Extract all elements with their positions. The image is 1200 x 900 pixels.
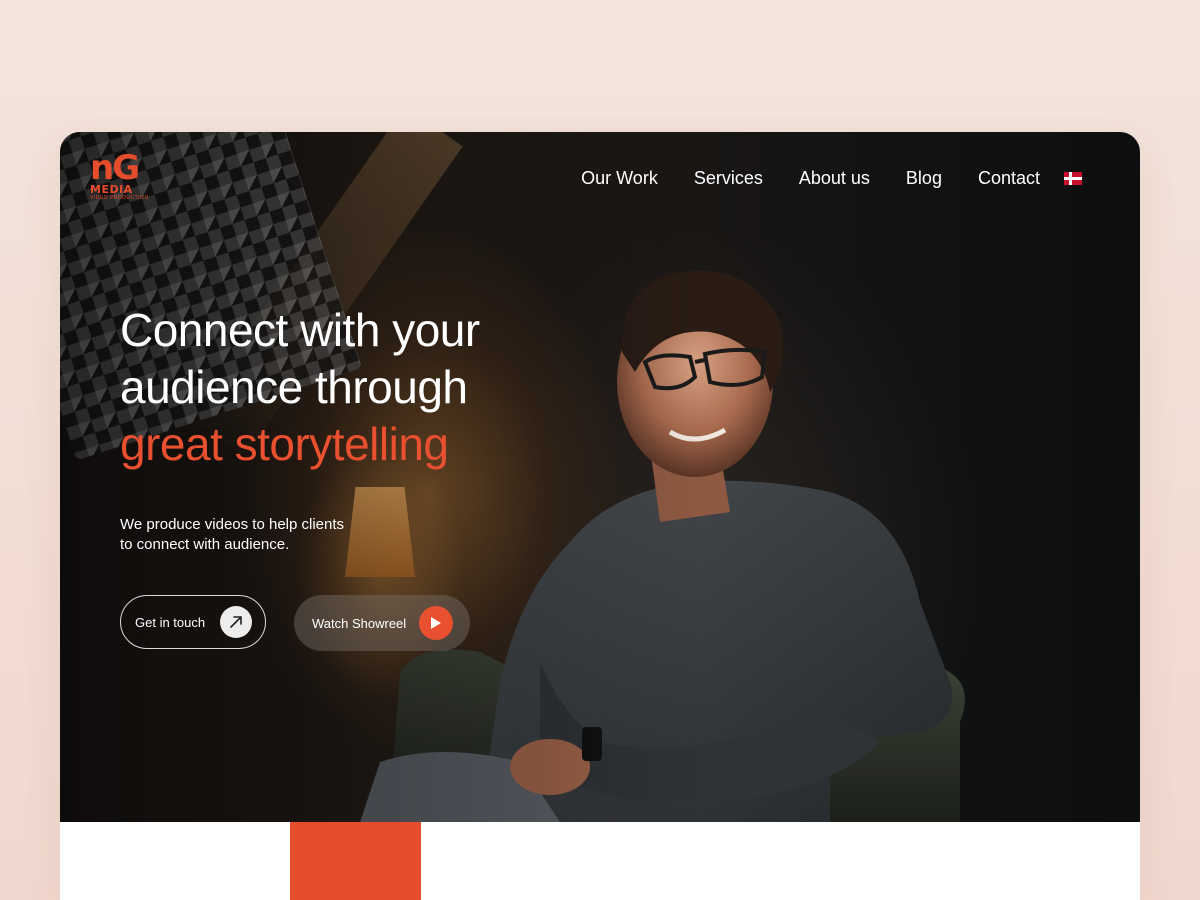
play-icon: [419, 606, 453, 640]
nav-item-about-us[interactable]: About us: [799, 168, 870, 189]
headline-accent: great storytelling: [120, 418, 449, 470]
logo-wordmark: MEDIA: [90, 183, 133, 196]
hero-section: nG MEDIA VIDEO PRODUCTION Our Work Servi…: [60, 132, 1140, 822]
watch-showreel-button[interactable]: Watch Showreel: [294, 595, 470, 651]
danish-flag-icon[interactable]: [1064, 172, 1082, 185]
watch-showreel-label: Watch Showreel: [312, 615, 407, 631]
nav-item-our-work[interactable]: Our Work: [581, 168, 658, 189]
logo-mark: nG: [90, 148, 140, 188]
arrow-up-right-icon: [220, 606, 252, 638]
nav-item-services[interactable]: Services: [694, 168, 763, 189]
brand-logo[interactable]: nG MEDIA VIDEO PRODUCTION: [90, 148, 150, 208]
hero-overlay: [60, 132, 1140, 822]
hero-subtext: We produce videos to help clients to con…: [120, 515, 420, 555]
headline-line-2: audience through: [120, 361, 468, 413]
nav-item-blog[interactable]: Blog: [906, 168, 942, 189]
hero-headline: Connect with your audience through great…: [120, 302, 480, 473]
section-accent-block: [290, 822, 421, 900]
get-in-touch-button[interactable]: Get in touch: [120, 595, 266, 649]
subtext-line-2: to connect with audience.: [120, 536, 290, 553]
subtext-line-1: We produce videos to help clients: [120, 516, 345, 533]
nav-item-contact[interactable]: Contact: [978, 168, 1040, 189]
headline-line-1: Connect with your: [120, 304, 480, 356]
main-navigation: Our Work Services About us Blog Contact: [581, 168, 1082, 189]
website-frame: nG MEDIA VIDEO PRODUCTION Our Work Servi…: [60, 132, 1140, 900]
logo-tagline: VIDEO PRODUCTION: [90, 195, 149, 201]
get-in-touch-label: Get in touch: [135, 614, 206, 630]
